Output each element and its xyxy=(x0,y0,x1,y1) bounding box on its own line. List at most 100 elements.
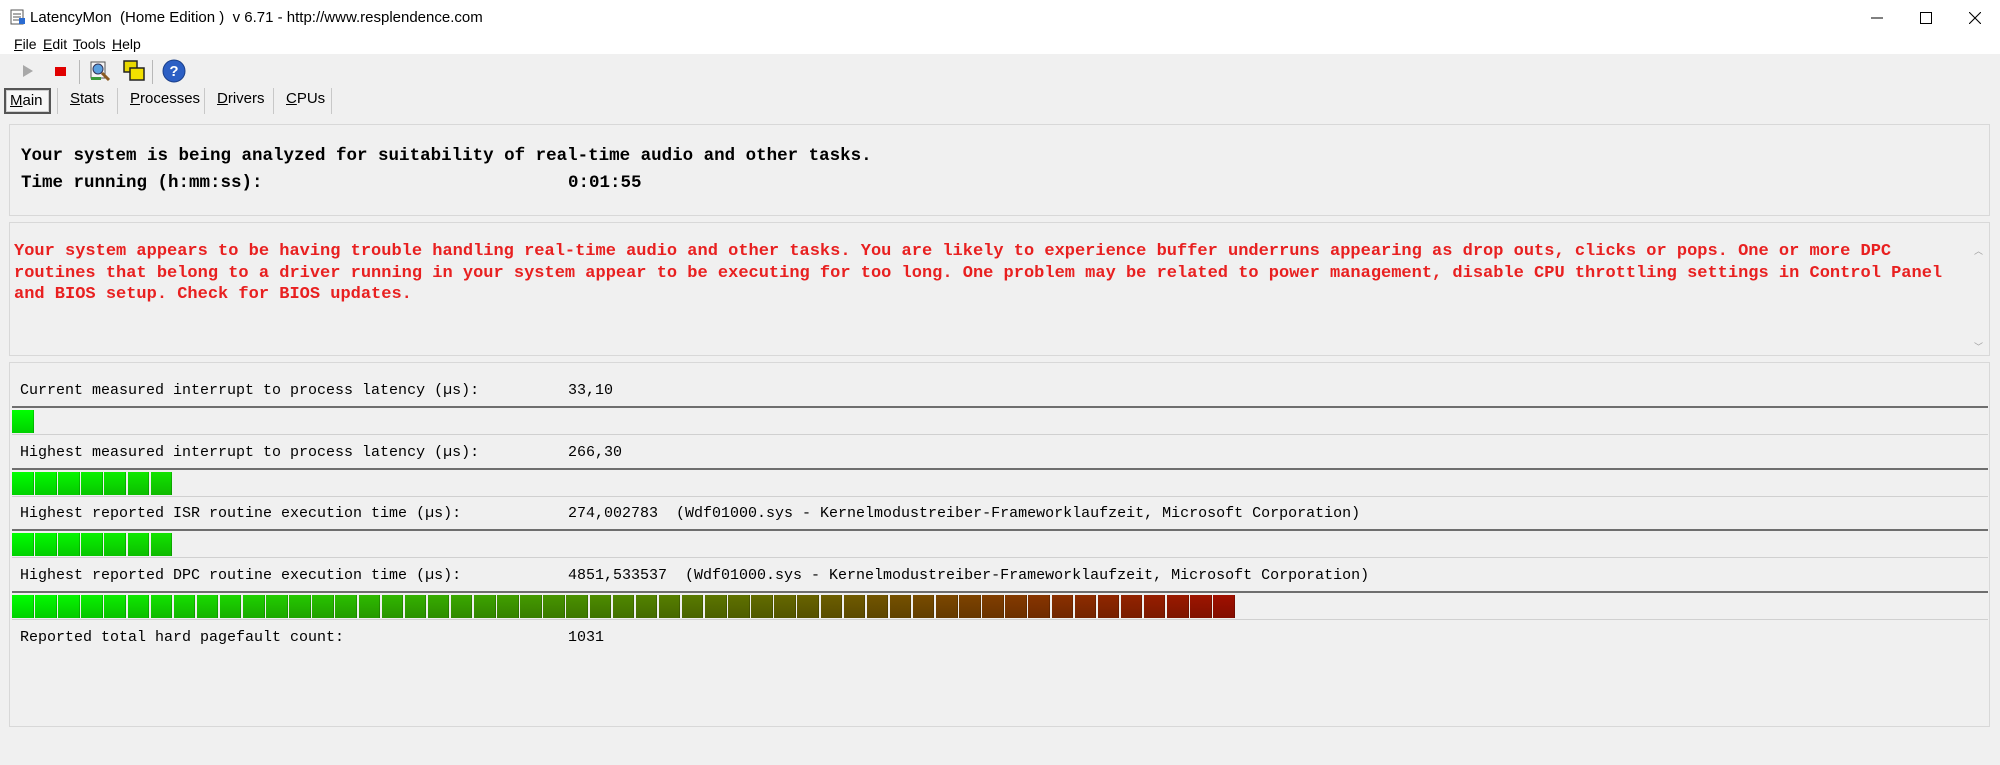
bar-segment xyxy=(12,595,34,618)
bar-segment xyxy=(474,595,496,618)
bar-segment xyxy=(150,472,173,495)
close-icon xyxy=(1969,12,1981,24)
tab-bar: Main Stats Processes Drivers CPUs xyxy=(0,88,2000,114)
metric-label: Highest measured interrupt to process la… xyxy=(20,444,480,461)
tab-stats[interactable]: Stats xyxy=(66,88,108,114)
bar-segment xyxy=(127,472,149,495)
menu-edit[interactable]: Edit xyxy=(43,36,67,52)
bar-segment xyxy=(589,595,611,618)
metric-label: Current measured interrupt to process la… xyxy=(20,382,480,399)
bar-segment xyxy=(312,595,334,618)
tab-main[interactable]: Main xyxy=(4,88,51,114)
tab-processes[interactable]: Processes xyxy=(126,88,204,114)
latency-bar xyxy=(12,591,1988,620)
windows-icon xyxy=(123,60,145,81)
play-icon xyxy=(23,65,33,77)
toolbar: ? xyxy=(0,54,2000,88)
metric-value: 274,002783 (Wdf01000.sys - Kernelmodustr… xyxy=(568,505,1361,522)
bar-segment xyxy=(35,595,57,618)
bar-segment xyxy=(635,595,658,618)
help-button[interactable]: ? xyxy=(160,57,188,85)
verdict-message: Your system appears to be having trouble… xyxy=(14,242,1943,304)
bar-segment xyxy=(959,595,981,618)
start-button[interactable] xyxy=(14,57,42,85)
bar-segment xyxy=(612,595,635,618)
bar-segment xyxy=(705,595,727,618)
bar-segment xyxy=(497,595,519,618)
bar-segment xyxy=(889,595,912,618)
bar-segment xyxy=(404,595,427,618)
toolbar-separator xyxy=(79,60,80,84)
bar-segment xyxy=(820,595,842,618)
time-running-value: 0:01:55 xyxy=(568,173,642,193)
menu-help[interactable]: Help xyxy=(112,36,141,52)
bar-segment xyxy=(358,595,380,618)
tab-separator xyxy=(57,88,58,114)
tab-separator xyxy=(331,88,332,114)
bar-segment xyxy=(335,595,357,618)
bar-segment xyxy=(173,595,196,618)
bar-segment xyxy=(1051,595,1073,618)
latency-bar xyxy=(12,406,1988,435)
scroll-up-icon[interactable]: ︿ xyxy=(1974,244,1983,257)
bar-segment xyxy=(912,595,935,618)
maximize-button[interactable] xyxy=(1903,0,1949,36)
menu-file[interactable]: File xyxy=(14,36,37,52)
bar-segment xyxy=(866,595,889,618)
bar-segment xyxy=(150,533,173,556)
bar-segment xyxy=(35,533,57,556)
bar-segment xyxy=(381,595,404,618)
bar-segment xyxy=(427,595,450,618)
tab-separator xyxy=(117,88,118,114)
minimize-button[interactable] xyxy=(1854,0,1900,36)
verdict-scrollbar[interactable]: ︿ ﹀ xyxy=(1970,240,1987,356)
help-icon: ? xyxy=(162,59,186,83)
metric-label: Highest reported ISR routine execution t… xyxy=(20,505,462,522)
bar-segment xyxy=(1213,595,1235,618)
tab-separator xyxy=(273,88,274,114)
metric-label: Highest reported DPC routine execution t… xyxy=(20,567,462,584)
tab-drivers[interactable]: Drivers xyxy=(213,88,269,114)
windows-button[interactable] xyxy=(120,57,148,85)
maximize-icon xyxy=(1920,12,1932,24)
bar-segment xyxy=(196,595,219,618)
scroll-down-icon[interactable]: ﹀ xyxy=(1974,340,1983,353)
window-title: LatencyMon (Home Edition ) v 6.71 - http… xyxy=(30,9,483,26)
bar-segment xyxy=(289,595,311,618)
bar-segment xyxy=(751,595,773,618)
bar-segment xyxy=(1120,595,1143,618)
bar-segment xyxy=(104,533,126,556)
metric-value: 33,10 xyxy=(568,382,614,399)
latency-bar xyxy=(12,529,1988,558)
bar-segment xyxy=(1074,595,1097,618)
bar-segment xyxy=(1167,595,1189,618)
stop-button[interactable] xyxy=(46,57,74,85)
bar-segment xyxy=(12,472,34,495)
close-button[interactable] xyxy=(1952,0,1998,36)
menu-tools[interactable]: Tools xyxy=(73,36,106,52)
bar-segment xyxy=(1028,595,1050,618)
time-running-label: Time running (h:mm:ss): xyxy=(21,173,263,193)
bar-segment xyxy=(1097,595,1120,618)
app-icon xyxy=(10,9,26,25)
bar-segment xyxy=(681,595,704,618)
tab-cpus[interactable]: CPUs xyxy=(282,88,329,114)
latency-bar xyxy=(12,468,1988,497)
title-bar: LatencyMon (Home Edition ) v 6.71 - http… xyxy=(0,0,2000,36)
status-panel xyxy=(9,124,1990,216)
analysis-status: Your system is being analyzed for suitab… xyxy=(21,146,872,166)
analyze-button[interactable] xyxy=(86,57,114,85)
svg-text:?: ? xyxy=(169,63,178,80)
analyze-icon xyxy=(90,61,111,82)
menu-bar: File Edit Tools Help xyxy=(0,34,2000,54)
bar-segment xyxy=(774,595,796,618)
bar-segment xyxy=(104,472,126,495)
bar-segment xyxy=(127,595,149,618)
metric-value: 1031 xyxy=(568,629,605,646)
bar-segment xyxy=(81,472,103,495)
bar-segment xyxy=(35,472,57,495)
stop-icon xyxy=(55,67,66,76)
bar-segment xyxy=(450,595,473,618)
bar-segment xyxy=(58,472,80,495)
bar-segment xyxy=(543,595,565,618)
